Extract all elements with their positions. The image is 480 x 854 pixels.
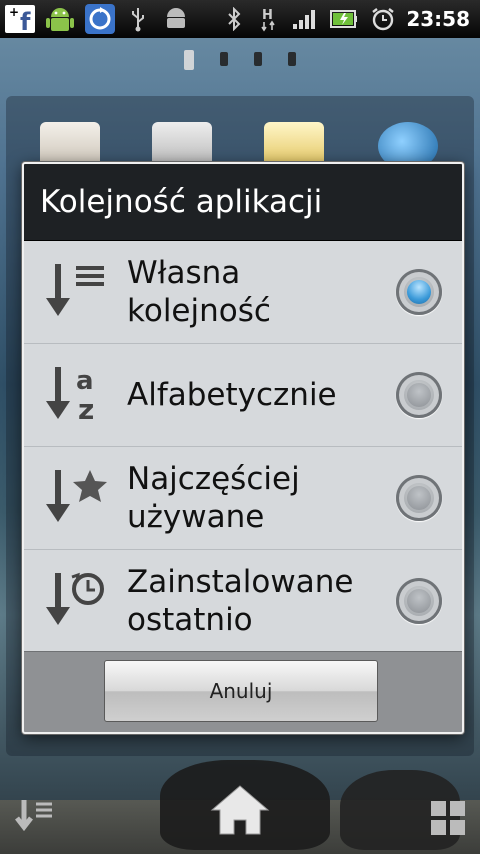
option-custom-order[interactable]: Własna kolejność: [24, 241, 462, 344]
option-label: Najczęściej używane: [127, 461, 300, 535]
page-dot: [288, 52, 296, 66]
most-used-icon: [44, 466, 110, 530]
radio-button[interactable]: [396, 372, 442, 418]
option-recently-installed[interactable]: Zainstalowane ostatnio: [24, 550, 462, 653]
option-label: Zainstalowane ostatnio: [127, 564, 354, 638]
radio-button-selected[interactable]: [396, 269, 442, 315]
page-dot: [220, 52, 228, 66]
svg-text:a: a: [76, 366, 94, 396]
sort-icon[interactable]: [14, 798, 54, 838]
svg-text:z: z: [78, 393, 94, 426]
bluetooth-icon: [216, 0, 252, 38]
sort-order-dialog: Kolejność aplikacji Własna kolejność az …: [22, 162, 464, 734]
android-debug-icon: [156, 0, 196, 38]
dialog-button-bar: Anuluj: [24, 651, 462, 732]
cancel-button[interactable]: Anuluj: [104, 660, 378, 722]
svg-text:f: f: [20, 8, 31, 35]
option-label: Własna kolejność: [127, 255, 271, 329]
home-icon[interactable]: [210, 784, 270, 840]
page-dot: [254, 52, 262, 66]
alphabetical-icon: az: [44, 363, 110, 427]
android-icon: [40, 0, 80, 38]
grid-icon[interactable]: [430, 800, 466, 840]
status-bar: + f H 23:58: [0, 0, 480, 38]
hspa-data-icon: H: [252, 0, 286, 38]
option-alphabetical[interactable]: az Alfabetycznie: [24, 344, 462, 447]
custom-order-icon: [44, 260, 110, 324]
alarm-clock-icon: [364, 0, 402, 38]
clock-time: 23:58: [406, 7, 470, 31]
sync-icon: [80, 0, 120, 38]
facebook-icon: + f: [0, 0, 40, 38]
svg-text:+: +: [9, 5, 19, 19]
option-label: Alfabetycznie: [127, 377, 337, 413]
svg-text:H: H: [262, 8, 273, 23]
usb-icon: [120, 0, 156, 38]
radio-button[interactable]: [396, 475, 442, 521]
page-dot-active: [184, 50, 194, 70]
radio-button[interactable]: [396, 578, 442, 624]
battery-charging-icon: [324, 0, 364, 38]
page-indicator: [0, 50, 480, 70]
option-most-used[interactable]: Najczęściej używane: [24, 447, 462, 550]
signal-icon: [286, 0, 324, 38]
recently-installed-icon: [44, 569, 110, 633]
dialog-title: Kolejność aplikacji: [24, 164, 462, 241]
